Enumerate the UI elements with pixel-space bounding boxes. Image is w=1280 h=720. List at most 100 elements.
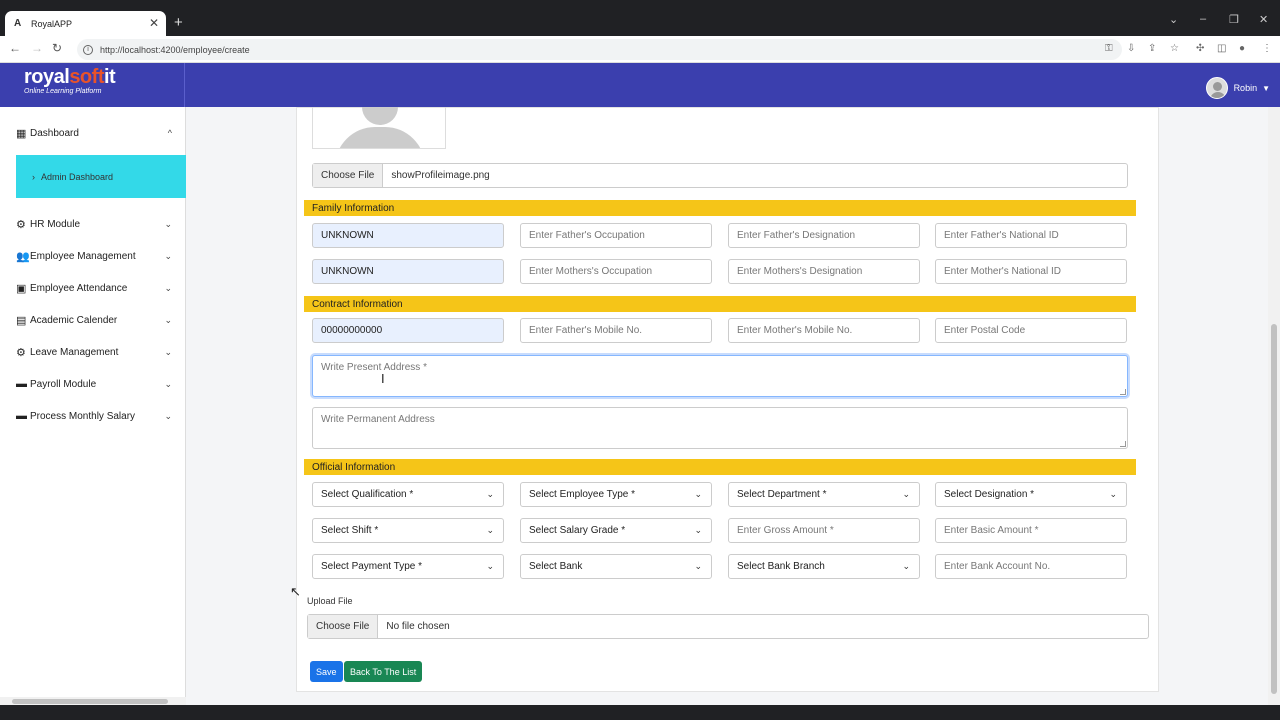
resize-grip-icon[interactable] (1120, 441, 1126, 447)
back-arrow-icon[interactable]: ← (9, 41, 21, 55)
chevron-down-icon: ⌄ (164, 218, 172, 229)
chevron-down-icon: ⌄ (1109, 489, 1117, 499)
app-header: royalsoftit Online Learning Platform Rob… (0, 63, 1280, 107)
window-bottom-edge (0, 705, 1280, 720)
resize-grip-icon[interactable] (1120, 389, 1126, 395)
calendar-icon: ▤ (16, 314, 27, 327)
scrollbar-thumb[interactable] (12, 699, 168, 704)
minimize-icon[interactable]: – (1200, 13, 1206, 25)
chevron-down-icon: ⌄ (164, 282, 172, 293)
text-cursor-icon: I (381, 371, 385, 386)
hr-icon: ⚙ (16, 218, 26, 231)
sidebar-item-label: Dashboard (30, 127, 79, 139)
sidebar-item-payroll-module[interactable]: ▬ Payroll Module ⌄ (16, 375, 176, 393)
mother-name-field[interactable]: UNKNOWN (312, 259, 504, 284)
select-value: Select Salary Grade * (529, 525, 626, 536)
key-icon[interactable]: ⚿ (1105, 43, 1113, 54)
shift-select[interactable]: Select Shift * ⌄ (312, 518, 504, 543)
upload-file-input[interactable]: Choose File No file chosen (307, 614, 1149, 639)
choose-file-button[interactable]: Choose File (313, 164, 384, 187)
back-to-list-button[interactable]: Back To The List (344, 661, 423, 682)
site-info-icon[interactable]: i (83, 44, 93, 55)
sidebar-item-label: Process Monthly Salary (30, 410, 136, 422)
save-button[interactable]: Save (310, 661, 343, 682)
chevron-down-icon: ⌄ (694, 489, 702, 499)
bank-branch-select[interactable]: Select Bank Branch ⌄ (728, 554, 920, 579)
qualification-select[interactable]: Select Qualification * ⌄ (312, 482, 504, 507)
chevron-right-icon: › (32, 171, 35, 182)
user-menu[interactable]: Robin ▼ (1205, 77, 1270, 99)
basic-amount-field[interactable]: Enter Basic Amount * (935, 518, 1127, 543)
sidebar-item-academic-calender[interactable]: ▤ Academic Calender ⌄ (16, 311, 176, 329)
select-value: Select Bank Branch (737, 561, 825, 572)
designation-select[interactable]: Select Designation * ⌄ (935, 482, 1127, 507)
new-tab-button[interactable]: + (174, 14, 183, 31)
chevron-down-icon: ⌄ (164, 346, 172, 357)
browser-menu-icon[interactable]: ⋮ (1262, 43, 1272, 54)
profile-image-file-input[interactable]: Choose File showProfileimage.png (312, 163, 1128, 188)
employee-type-select[interactable]: Select Employee Type * ⌄ (520, 482, 712, 507)
gross-amount-field[interactable]: Enter Gross Amount * (728, 518, 920, 543)
bank-account-field[interactable]: Enter Bank Account No. (935, 554, 1127, 579)
window-close-icon[interactable]: ✕ (1259, 13, 1268, 26)
father-name-field[interactable]: UNKNOWN (312, 223, 504, 248)
install-icon[interactable]: ⇩ (1127, 43, 1135, 54)
payment-type-select[interactable]: Select Payment Type * ⌄ (312, 554, 504, 579)
profile-icon[interactable]: ● (1239, 43, 1245, 54)
sidebar-item-process-monthly-salary[interactable]: ▬ Process Monthly Salary ⌄ (16, 407, 176, 425)
browser-tab-strip: A RoyalAPP ✕ + ⌄ – ❐ ✕ (0, 0, 1280, 36)
sidebar-item-dashboard[interactable]: ▦ Dashboard ^ (16, 124, 176, 142)
logo-subtitle: Online Learning Platform (24, 88, 102, 95)
chevron-down-icon: ⌄ (486, 489, 494, 499)
forward-arrow-icon[interactable]: → (31, 41, 43, 55)
mother-mobile-field[interactable]: Enter Mother's Mobile No. (728, 318, 920, 343)
select-value: Select Department * (737, 489, 827, 500)
sidebar-item-employee-attendance[interactable]: ▣ Employee Attendance ⌄ (16, 279, 176, 297)
select-value: Select Designation * (944, 489, 1035, 500)
chevron-down-icon: ⌄ (486, 561, 494, 571)
present-address-textarea[interactable]: Write Present Address * (312, 355, 1128, 397)
family-information-header: Family Information (304, 200, 1136, 216)
mouse-pointer-icon: ↖ (290, 584, 301, 599)
sidebar-item-admin-dashboard[interactable]: › Admin Dashboard (16, 155, 186, 198)
extensions-icon[interactable]: ✣ (1196, 43, 1204, 54)
logo-area[interactable]: royalsoftit Online Learning Platform (0, 63, 185, 107)
logo-soft: soft (69, 66, 104, 88)
father-designation-field[interactable]: Enter Father's Designation (728, 223, 920, 248)
gear-icon: ⚙ (16, 346, 26, 359)
sidebar-item-leave-management[interactable]: ⚙ Leave Management ⌄ (16, 343, 176, 361)
browser-tab[interactable]: A RoyalAPP ✕ (5, 11, 166, 36)
side-panel-icon[interactable]: ◫ (1217, 43, 1226, 54)
reload-icon[interactable]: ↻ (52, 41, 62, 55)
mobile-field[interactable]: 00000000000 (312, 318, 504, 343)
scrollbar-thumb[interactable] (1271, 324, 1277, 694)
mother-national-id-field[interactable]: Enter Mother's National ID (935, 259, 1127, 284)
father-national-id-field[interactable]: Enter Father's National ID (935, 223, 1127, 248)
chevron-down-icon: ⌄ (164, 410, 172, 421)
share-icon[interactable]: ⇪ (1148, 43, 1156, 54)
sidebar-item-hr-module[interactable]: ⚙ HR Module ⌄ (16, 215, 176, 233)
department-select[interactable]: Select Department * ⌄ (728, 482, 920, 507)
choose-file-button[interactable]: Choose File (308, 615, 379, 638)
select-value: Select Bank (529, 561, 583, 572)
sidebar-item-label: Employee Management (30, 250, 136, 262)
logo-royal: royal (24, 66, 70, 88)
father-occupation-field[interactable]: Enter Father's Occupation (520, 223, 712, 248)
permanent-address-textarea[interactable]: Write Permanent Address (312, 407, 1128, 449)
sidebar-item-employee-management[interactable]: 👥 Employee Management ⌄ (16, 247, 176, 265)
tab-close-icon[interactable]: ✕ (149, 16, 159, 30)
calendar-check-icon: ▣ (16, 282, 27, 295)
chevron-down-icon: ⌄ (902, 561, 910, 571)
bank-select[interactable]: Select Bank ⌄ (520, 554, 712, 579)
salary-grade-select[interactable]: Select Salary Grade * ⌄ (520, 518, 712, 543)
father-mobile-field[interactable]: Enter Father's Mobile No. (520, 318, 712, 343)
address-bar[interactable]: i http://localhost:4200/employee/create (77, 39, 1122, 60)
restore-icon[interactable]: ❐ (1229, 13, 1239, 26)
bookmark-star-icon[interactable]: ☆ (1170, 43, 1179, 54)
tab-search-icon[interactable]: ⌄ (1169, 13, 1178, 26)
page-vertical-scrollbar[interactable] (1268, 107, 1280, 705)
mother-designation-field[interactable]: Enter Mothers's Designation (728, 259, 920, 284)
mother-occupation-field[interactable]: Enter Mothers's Occupation (520, 259, 712, 284)
postal-code-field[interactable]: Enter Postal Code (935, 318, 1127, 343)
chevron-down-icon: ⌄ (694, 561, 702, 571)
